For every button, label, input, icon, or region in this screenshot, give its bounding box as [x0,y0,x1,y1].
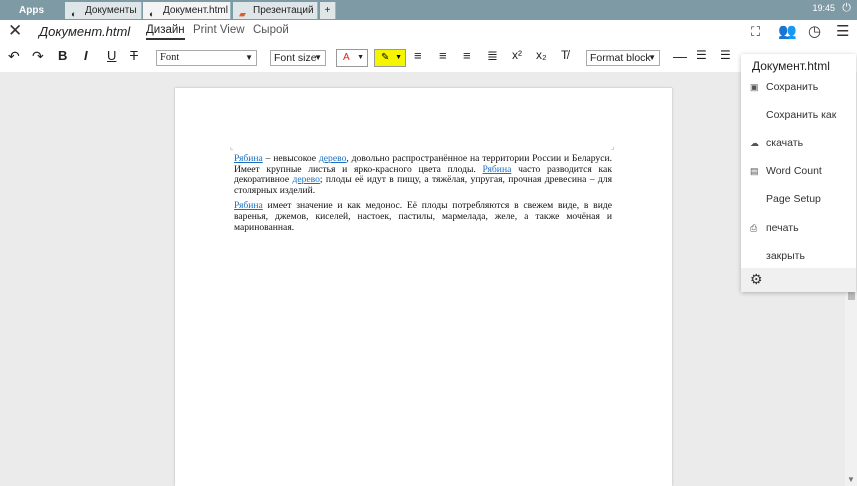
taskbar-tab-label: Документы [85,5,137,16]
menu-item-label: скачать [766,137,804,149]
highlight-icon: ✎ [381,52,390,63]
bold-icon[interactable]: B [58,48,67,63]
tab-raw[interactable]: Сырой [253,24,289,36]
redo-icon[interactable]: ↷ [32,48,44,65]
menu-item-save[interactable]: ▣ Сохранить [741,76,856,98]
fullscreen-icon[interactable]: ⛶ [751,24,760,40]
document-body[interactable]: Рябина – невысокое дерево, довольно расп… [234,153,612,238]
menu-item-page-setup[interactable]: Page Setup [741,188,856,210]
text-link[interactable]: Рябина [234,153,263,164]
taskbar: Apps ◐ Документы ◐ Документ.html ▰ Презе… [0,0,857,20]
font-color-value: A [343,52,350,63]
save-icon: ▣ [750,82,759,92]
docs-icon: ◐ [71,9,77,19]
menu-item-print[interactable]: ⎙ печать [741,217,856,239]
italic-icon[interactable]: I [84,48,88,63]
menu-item-label: закрыть [766,250,805,262]
align-justify-icon[interactable]: ≣ [487,48,498,64]
history-icon[interactable]: ◷ [808,22,821,40]
menu-item-close[interactable]: закрыть [741,245,856,267]
clock: 19:45 [812,3,835,13]
new-tab-button[interactable]: + [320,2,336,19]
superscript-icon[interactable]: x² [512,48,522,62]
margin-marker: ⌞ [230,144,234,151]
taskbar-tab-documents[interactable]: ◐ Документы [65,2,142,19]
align-left-icon[interactable]: ≡ [414,48,422,63]
horizontal-rule-icon[interactable]: — [673,48,687,64]
editor-toolbar: ↶ ↷ B I U T Font ▼ Font size ▼ A ▼ ✎ ▼ ≡ ≡ ≡… [0,44,857,72]
menu-item-label: печать [766,222,799,234]
highlight-color-button[interactable]: ✎ ▼ [374,49,406,67]
text-run: – невысокое [262,153,319,164]
align-right-icon[interactable]: ≡ [463,48,471,63]
cloud-download-icon: ☁ [750,138,759,148]
menu-item-word-count[interactable]: ▤ Word Count [741,160,856,182]
taskbar-tab-presentations[interactable]: ▰ Презентаций [233,2,318,19]
text-link[interactable]: Рябина [234,200,263,212]
power-icon[interactable]: ⏻ [842,2,851,15]
taskbar-tab-document-html[interactable]: ◐ Документ.html [143,2,231,19]
font-size-value: Font size [274,52,317,64]
apps-button[interactable]: Apps [0,2,63,19]
document-page[interactable]: ⌞ ⌟ Рябина – невысокое дерево, довольно … [175,88,672,486]
menu-item-label: Сохранить как [766,109,837,121]
text-run: имеет значение и как медонос. Её плоды п… [234,200,612,233]
paragraph: Рябина имеет значение и как медонос. Её … [234,201,612,233]
font-select[interactable]: Font ▼ [156,50,257,66]
margin-marker: ⌟ [611,144,615,151]
menu-item-label: Word Count [766,165,822,177]
close-icon[interactable]: ✕ [8,21,22,41]
menu-icon[interactable]: ☰ [836,22,849,40]
tab-print-view[interactable]: Print View [193,24,245,36]
undo-icon[interactable]: ↶ [8,48,20,65]
taskbar-tab-label: Документ.html [163,5,228,16]
text-link[interactable]: дерево [292,174,319,185]
font-select-value: Font [160,52,180,63]
text-link[interactable]: Рябина [483,164,512,175]
format-block-select[interactable]: Format block ▼ [586,50,660,66]
text-link[interactable]: дерево [319,153,346,164]
app-header: ✕ Документ.html Дизайн Print View Сырой … [0,20,857,44]
menu-item-label: Page Setup [766,193,821,205]
taskbar-tab-label: Презентаций [253,5,314,16]
scroll-down-icon[interactable]: ▼ [847,475,855,484]
document-menu: Документ.html ▣ Сохранить Сохранить как … [741,54,856,292]
tab-design[interactable]: Дизайн [146,24,185,40]
align-center-icon[interactable]: ≡ [439,48,447,63]
menu-item-download[interactable]: ☁ скачать [741,132,856,154]
bullet-list-icon[interactable]: ☰ [696,48,707,62]
subscript-icon[interactable]: x₂ [536,48,547,62]
users-icon[interactable]: 👥 [778,22,797,40]
word-count-icon: ▤ [750,166,759,176]
numbered-list-icon[interactable]: ☰ [720,48,731,62]
font-size-select[interactable]: Font size ▼ [270,50,326,66]
menu-footer: ⚙ [741,268,856,292]
paragraph: Рябина – невысокое дерево, довольно расп… [234,153,612,196]
font-color-button[interactable]: A ▼ [336,49,368,67]
menu-item-label: Сохранить [766,81,819,93]
underline-icon[interactable]: U [107,48,116,63]
format-block-value: Format block [590,52,651,64]
gear-icon[interactable]: ⚙ [750,271,763,288]
strikethrough-icon[interactable]: T [130,48,138,63]
clear-format-icon[interactable]: T̸ [561,48,568,62]
html-doc-icon: ◐ [149,9,155,19]
menu-title: Документ.html [752,59,830,73]
presentation-icon: ▰ [239,9,246,19]
editor-workspace: ⌞ ⌟ Рябина – невысокое дерево, довольно … [0,72,845,486]
print-icon: ⎙ [750,223,758,233]
menu-item-save-as[interactable]: Сохранить как [741,104,856,126]
document-title: Документ.html [39,24,131,39]
